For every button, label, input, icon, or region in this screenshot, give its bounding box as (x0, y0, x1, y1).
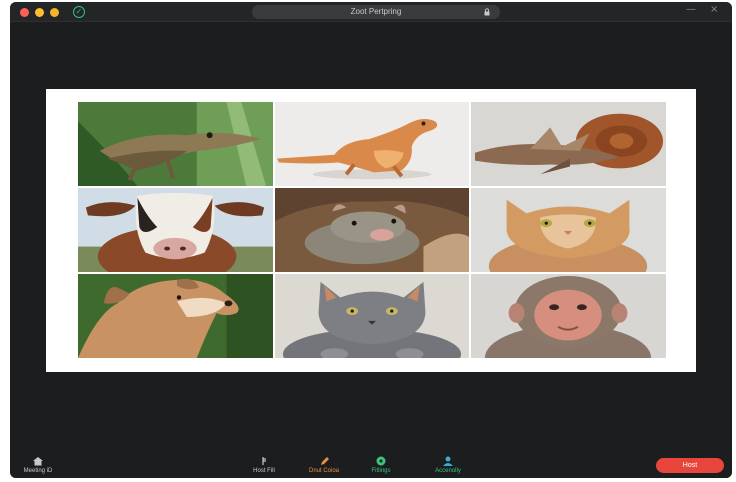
cat-photo (471, 188, 666, 272)
lizard-photo (78, 102, 273, 186)
fitlings-button[interactable]: Fitlings (363, 456, 399, 476)
hand-icon (262, 457, 266, 465)
tile-monkey[interactable] (470, 273, 667, 359)
host-fill-button[interactable]: Host Fill (246, 456, 282, 476)
tile-cat[interactable] (470, 187, 667, 273)
tile-cow[interactable] (77, 187, 274, 273)
snail-photo (471, 102, 666, 186)
dog-photo (78, 274, 273, 358)
security-shield-icon[interactable]: ✓ (73, 6, 85, 18)
meeting-id-button[interactable]: Meeting iD (18, 456, 58, 476)
lock-icon (484, 8, 490, 16)
tile-lizard[interactable] (77, 101, 274, 187)
participants-icon (443, 456, 453, 466)
zoom-window-button[interactable] (50, 8, 59, 17)
chat-bubble-icon (376, 456, 386, 466)
monkey-photo (471, 274, 666, 358)
dnut-coioa-label: Dnut Coioa (308, 468, 340, 474)
app-window: ✓ Zoot Pertpring — × Meeting iD Host Fil… (10, 2, 732, 478)
close-icon[interactable]: × (710, 4, 718, 15)
title-pill: Zoot Pertpring (252, 5, 500, 19)
accenolly-button[interactable]: Accenolly (424, 456, 472, 476)
meeting-id-label: Meeting iD (23, 468, 53, 474)
fitlings-label: Fitlings (371, 468, 391, 474)
grey-cat-photo (275, 274, 469, 358)
host-fill-label: Host Fill (253, 468, 275, 474)
cow-photo (78, 188, 273, 272)
meeting-toolbar: Meeting iD Host Fill Dnut Coioa Fitlings (10, 452, 732, 478)
animal-grid (77, 101, 667, 359)
shared-screen (46, 89, 696, 372)
close-window-button[interactable] (20, 8, 29, 17)
minimize-icon[interactable]: — (686, 4, 696, 15)
rat-photo (275, 188, 469, 272)
dnut-coioa-button[interactable]: Dnut Coioa (302, 456, 346, 476)
title-bar: ✓ Zoot Pertpring — × (10, 2, 732, 22)
window-title: Zoot Pertpring (350, 7, 402, 16)
accenolly-label: Accenolly (435, 468, 461, 474)
gecko-photo (275, 102, 469, 186)
minimize-window-button[interactable] (35, 8, 44, 17)
host-button[interactable]: Host (656, 458, 724, 473)
tile-snail[interactable] (470, 101, 667, 187)
tile-grey-cat[interactable] (274, 273, 470, 359)
pencil-icon (321, 457, 329, 465)
tile-rat[interactable] (274, 187, 470, 273)
tile-dog[interactable] (77, 273, 274, 359)
tile-gecko[interactable] (274, 101, 470, 187)
home-icon (33, 457, 43, 466)
